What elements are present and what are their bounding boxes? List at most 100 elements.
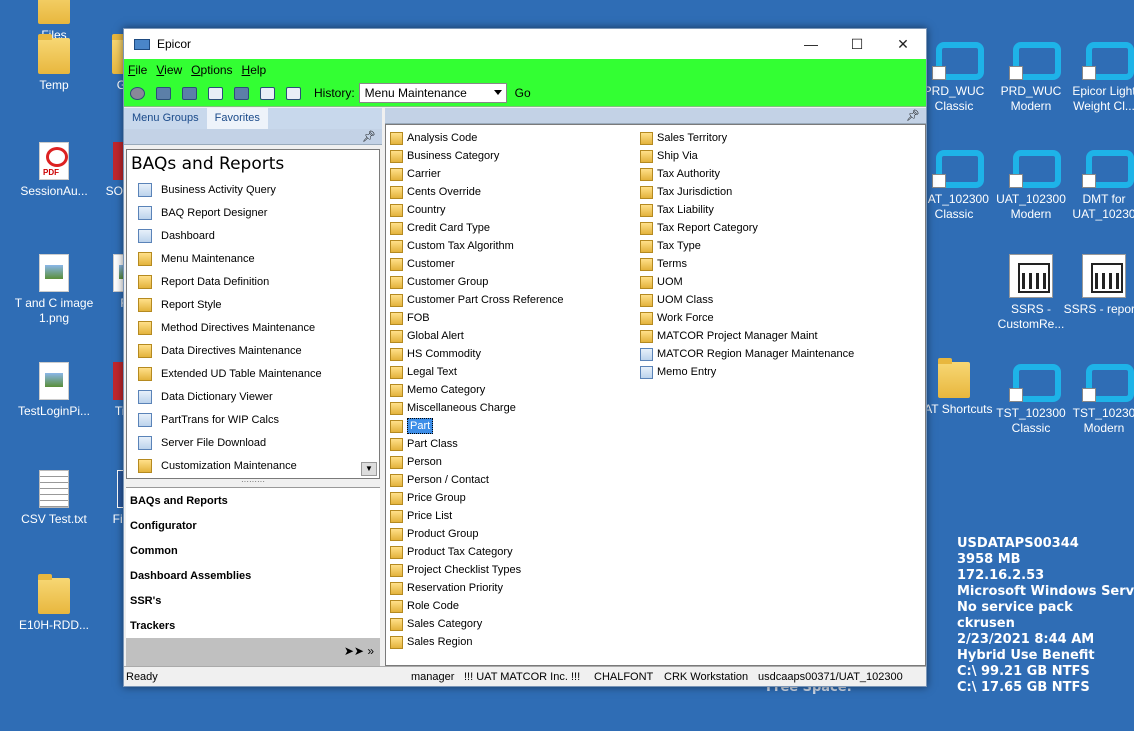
menu-item[interactable]: Custom Tax Algorithm [388,237,564,255]
go-button[interactable]: Go [515,86,531,100]
desktop-icon[interactable]: Temp [12,34,96,93]
menu-item[interactable]: HS Commodity [388,345,564,363]
tree-icon[interactable] [154,85,172,101]
menu-item[interactable]: Person / Contact [388,471,564,489]
menu-item[interactable]: Price List [388,507,564,525]
menu-item[interactable]: Project Checklist Types [388,561,564,579]
menu-item[interactable]: Part [388,417,564,435]
favorite-item[interactable]: Data Directives Maintenance [127,339,379,362]
menu-item[interactable]: FOB [388,309,564,327]
menu-group-item[interactable]: SSR's [126,588,380,613]
menu-group-item[interactable]: Trackers [126,613,380,638]
menu-item[interactable]: UOM Class [638,291,854,309]
menu-item[interactable]: Tax Jurisdiction [638,183,854,201]
users-icon[interactable] [232,85,250,101]
menu-item[interactable]: Country [388,201,564,219]
close-button[interactable]: ✕ [880,29,926,59]
tab-menu-groups[interactable]: Menu Groups [124,108,207,129]
globe-icon[interactable] [180,85,198,101]
favorite-item[interactable]: Customization Maintenance [127,454,379,477]
screen-icon[interactable] [284,85,302,101]
menu-group-item[interactable]: Common [126,538,380,563]
favorite-item[interactable]: Dashboard [127,224,379,247]
menu-group-item[interactable]: Dashboard Assemblies [126,563,380,588]
favorite-item[interactable]: Menu Maintenance [127,247,379,270]
menu-item[interactable]: Global Alert [388,327,564,345]
menu-item[interactable]: Legal Text [388,363,564,381]
menu-item[interactable]: Carrier [388,165,564,183]
document-icon[interactable] [258,85,276,101]
menu-group-item[interactable]: BAQs and Reports [126,488,380,513]
menu-item[interactable]: Work Force [638,309,854,327]
menu-item[interactable]: Tax Type [638,237,854,255]
chevron-down-icon[interactable] [493,90,502,95]
favorite-item[interactable]: Data Dictionary Viewer [127,385,379,408]
menu-item[interactable]: Product Group [388,525,564,543]
menu-item[interactable]: Product Tax Category [388,543,564,561]
menu-item[interactable]: Reservation Priority [388,579,564,597]
menu-group-item[interactable]: Configurator [126,513,380,538]
navigation-arrows-icon[interactable]: ➤➤ » [344,644,374,658]
desktop-icon[interactable]: PRD_WUC Modern [989,40,1073,114]
desktop-icon[interactable]: TST_102300 Classic [989,362,1073,436]
favorite-item[interactable]: Extended UD Table Maintenance [127,362,379,385]
favorite-item[interactable]: Business Activity Query [127,178,379,201]
desktop-icon[interactable]: Files [12,0,96,43]
menu-item-file[interactable]: File [128,63,147,77]
menu-item[interactable]: Memo Category [388,381,564,399]
menu-item[interactable]: Sales Territory [638,129,854,147]
desktop-icon[interactable]: TestLoginPi... [12,362,96,419]
tab-favorites[interactable]: Favorites [206,108,268,129]
menu-item[interactable]: Tax Authority [638,165,854,183]
menu-item[interactable]: Customer Group [388,273,564,291]
minimize-button[interactable]: — [788,29,834,59]
favorite-item[interactable]: Report Style [127,293,379,316]
menu-item[interactable]: Part Class [388,435,564,453]
pin-icon[interactable]: 📌︎ [362,130,376,143]
desktop-icon[interactable]: E10H-RDD... [12,574,96,633]
desktop-icon[interactable]: DMT for UAT_10230 [1062,148,1134,222]
favorite-item[interactable]: PartTrans for WIP Calcs [127,408,379,431]
favorite-item[interactable]: Server File Download [127,431,379,454]
title-bar[interactable]: Epicor — ☐ ✕ [124,29,926,59]
desktop-icon[interactable]: SessionAu... [12,142,96,199]
desktop-icon[interactable]: UAT_102300 Modern [989,148,1073,222]
menu-item[interactable]: Cents Override [388,183,564,201]
menu-item[interactable]: Tax Liability [638,201,854,219]
pin-icon[interactable]: 📌︎ [906,109,920,122]
favorite-item[interactable]: Report Data Definition [127,270,379,293]
menu-item[interactable]: Customer [388,255,564,273]
menu-item[interactable]: Terms [638,255,854,273]
menu-item[interactable]: Sales Region [388,633,564,651]
scroll-down-button[interactable]: ▼ [361,462,377,476]
menu-item-view[interactable]: View [156,63,182,77]
menu-item[interactable]: Memo Entry [638,363,854,381]
menu-item[interactable]: Ship Via [638,147,854,165]
menu-item[interactable]: MATCOR Project Manager Maint [638,327,854,345]
menu-item[interactable]: Customer Part Cross Reference [388,291,564,309]
menu-item[interactable]: Sales Category [388,615,564,633]
desktop-icon[interactable]: SSRS - reports [1062,254,1134,317]
menu-item[interactable]: Price Group [388,489,564,507]
favorite-item[interactable]: Method Directives Maintenance [127,316,379,339]
menu-item[interactable]: Miscellaneous Charge [388,399,564,417]
desktop-icon[interactable]: SSRS - CustomRe... [989,254,1073,332]
menu-item[interactable]: Credit Card Type [388,219,564,237]
refresh-icon[interactable] [128,85,146,101]
menu-item-help[interactable]: Help [242,63,267,77]
menu-item[interactable]: Tax Report Category [638,219,854,237]
favorite-item[interactable]: BAQ Report Designer [127,201,379,224]
menu-item[interactable]: MATCOR Region Manager Maintenance [638,345,854,363]
desktop-icon[interactable]: T and C image 1.png [12,254,96,326]
menu-item[interactable]: Analysis Code [388,129,564,147]
history-dropdown[interactable]: Menu Maintenance [358,83,507,103]
card-icon[interactable] [206,85,224,101]
desktop-icon[interactable]: TST_10230 Modern [1062,362,1134,436]
menu-item-options[interactable]: Options [191,63,232,77]
menu-item[interactable]: Person [388,453,564,471]
maximize-button[interactable]: ☐ [834,29,880,59]
desktop-icon[interactable]: CSV Test.txt [12,470,96,527]
panel-splitter[interactable]: ········· [126,478,380,487]
desktop-icon[interactable]: Epicor Light Weight Cl... [1062,40,1134,114]
menu-item[interactable]: Role Code [388,597,564,615]
